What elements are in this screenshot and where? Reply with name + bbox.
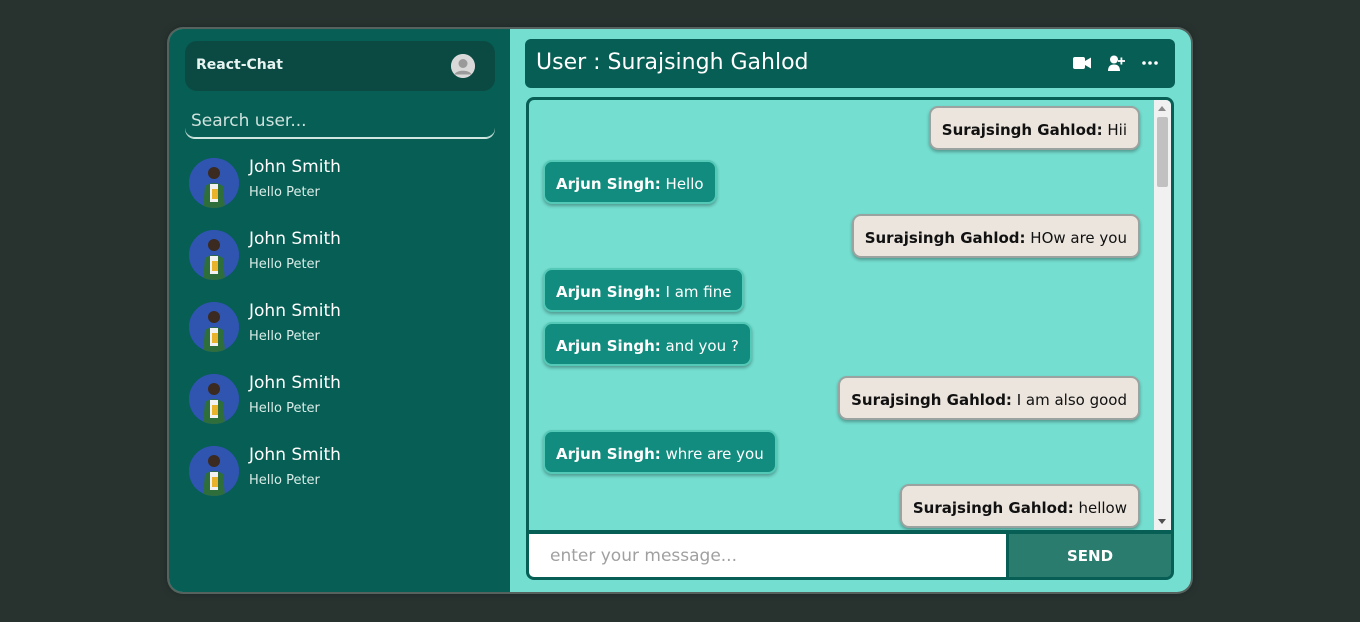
message-bubble: Arjun Singh: I am fine <box>543 268 745 312</box>
more-options-icon[interactable] <box>1141 55 1159 71</box>
message-bubble: Surajsingh Gahlod: hellow <box>899 484 1140 528</box>
sidebar-header: React-Chat <box>185 41 495 91</box>
message-composer: SEND <box>529 530 1171 577</box>
contact-item[interactable]: John Smith Hello Peter <box>189 299 489 371</box>
chat-title: User : Surajsingh Gahlod <box>536 50 809 75</box>
contact-name: John Smith <box>249 301 341 321</box>
sidebar: React-Chat Search user... John Smith Hel… <box>169 29 510 592</box>
chat-box: Surajsingh Gahlod: Hii Arjun Singh: Hell… <box>526 97 1174 580</box>
message-input[interactable] <box>529 534 1006 577</box>
message-sender: Surajsingh Gahlod: <box>912 499 1074 517</box>
contact-last-message: Hello Peter <box>249 185 320 200</box>
contact-last-message: Hello Peter <box>249 401 320 416</box>
message-sender: Arjun Singh: <box>556 337 661 355</box>
message-sender: Surajsingh Gahlod: <box>941 121 1103 139</box>
scroll-thumb[interactable] <box>1157 117 1168 187</box>
message-bubble: Surajsingh Gahlod: Hii <box>928 106 1140 150</box>
message-list: Surajsingh Gahlod: Hii Arjun Singh: Hell… <box>529 100 1155 530</box>
message-bubble: Arjun Singh: whre are you <box>543 430 777 474</box>
contact-item[interactable]: John Smith Hello Peter <box>189 443 489 515</box>
message-text: hellow <box>1073 499 1127 517</box>
search-box <box>185 105 495 138</box>
message-sender: Arjun Singh: <box>556 283 661 301</box>
send-button[interactable]: SEND <box>1009 534 1171 577</box>
contact-name: John Smith <box>249 157 341 177</box>
message-text: I am also good <box>1011 391 1127 409</box>
scroll-up-arrow-icon[interactable] <box>1158 106 1166 111</box>
add-user-icon[interactable] <box>1107 55 1125 71</box>
message-sender: Surajsingh Gahlod: <box>864 229 1026 247</box>
video-camera-icon[interactable] <box>1073 55 1091 71</box>
message-scrollbar[interactable] <box>1154 100 1171 530</box>
profile-avatar-icon[interactable] <box>451 54 475 78</box>
message-text: I am fine <box>660 283 732 301</box>
message-bubble: Arjun Singh: and you ? <box>543 322 752 366</box>
contact-last-message: Hello Peter <box>249 473 320 488</box>
contact-avatar <box>189 374 239 424</box>
contact-avatar <box>189 302 239 352</box>
contact-list: John Smith Hello Peter John Smith Hello … <box>189 155 489 515</box>
chat-panel: User : Surajsingh Gahlod Surajsingh Gahl… <box>510 29 1191 592</box>
contact-item[interactable]: John Smith Hello Peter <box>189 155 489 227</box>
contact-name: John Smith <box>249 229 341 249</box>
message-text: Hii <box>1102 121 1127 139</box>
contact-item[interactable]: John Smith Hello Peter <box>189 227 489 299</box>
chat-app-window: React-Chat Search user... John Smith Hel… <box>169 29 1191 592</box>
message-text: and you ? <box>660 337 739 355</box>
contact-name: John Smith <box>249 373 341 393</box>
message-text: Hello <box>660 175 704 193</box>
contact-avatar <box>189 158 239 208</box>
message-bubble: Arjun Singh: Hello <box>543 160 717 204</box>
header-actions <box>1073 55 1159 71</box>
contact-last-message: Hello Peter <box>249 329 320 344</box>
contact-avatar <box>189 446 239 496</box>
message-sender: Arjun Singh: <box>556 175 661 193</box>
contact-avatar <box>189 230 239 280</box>
message-text: whre are you <box>660 445 764 463</box>
contact-name: John Smith <box>249 445 341 465</box>
message-sender: Surajsingh Gahlod: <box>851 391 1012 409</box>
message-bubble: Surajsingh Gahlod: HOw are you <box>851 214 1140 258</box>
app-title: React-Chat <box>196 57 283 73</box>
scroll-down-arrow-icon[interactable] <box>1158 519 1166 524</box>
search-input[interactable] <box>185 105 495 137</box>
contact-item[interactable]: John Smith Hello Peter <box>189 371 489 443</box>
contact-last-message: Hello Peter <box>249 257 320 272</box>
message-sender: Arjun Singh: <box>556 445 661 463</box>
message-text: HOw are you <box>1025 229 1127 247</box>
message-bubble: Surajsingh Gahlod: I am also good <box>838 376 1140 420</box>
chat-header: User : Surajsingh Gahlod <box>525 39 1175 88</box>
